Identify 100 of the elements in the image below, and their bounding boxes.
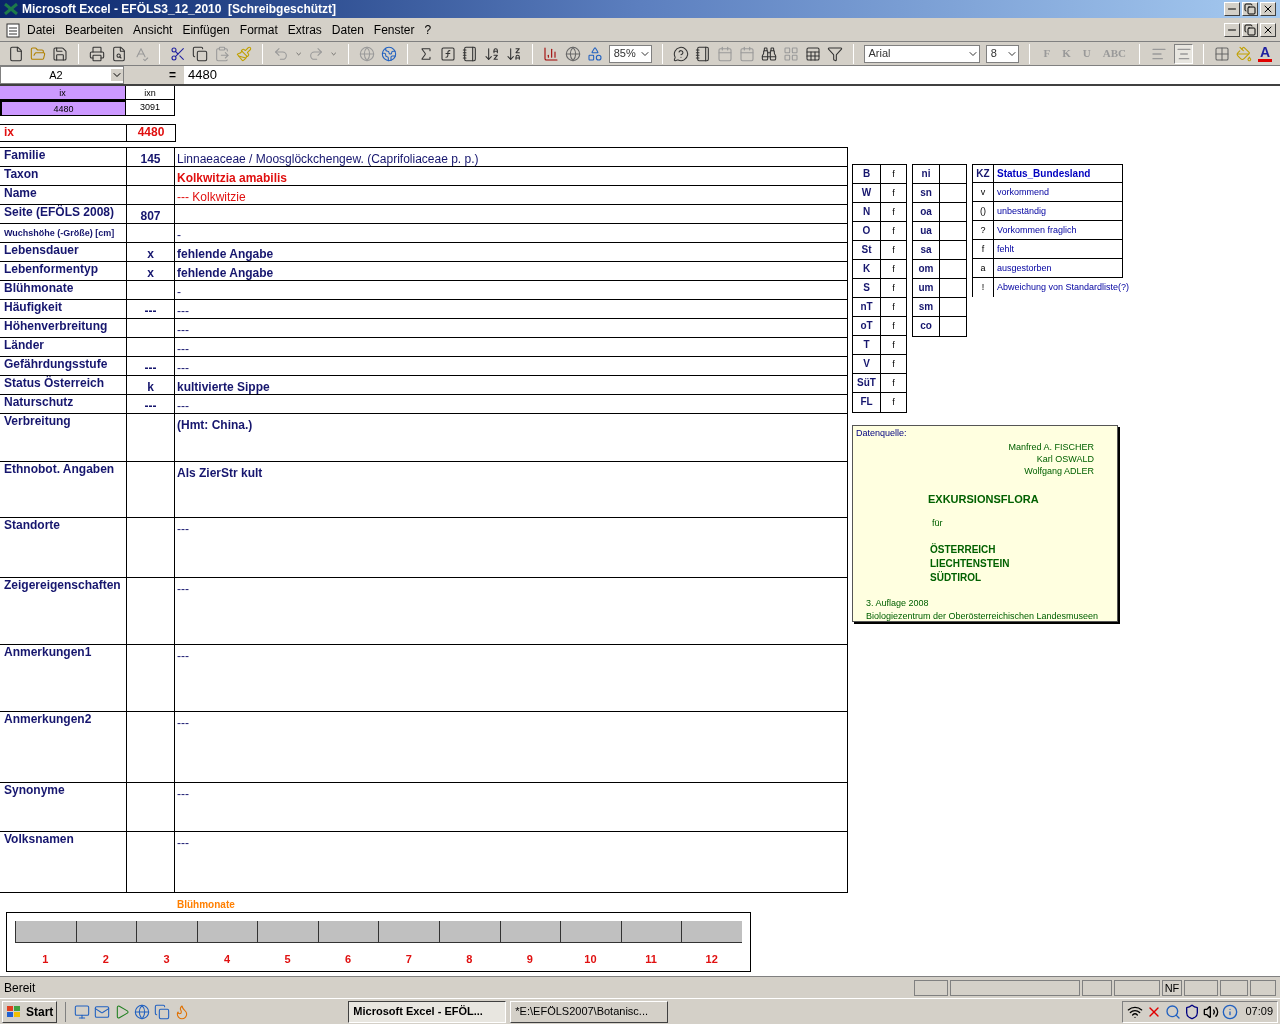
font-color-button[interactable]: A: [1257, 45, 1272, 62]
mail-icon[interactable]: [94, 1003, 111, 1020]
month-label: 12: [704, 952, 719, 967]
menu-item[interactable]: Ansicht: [128, 20, 178, 39]
altitude-code: ni: [913, 165, 940, 183]
author-name: Manfred A. FISCHER: [1008, 440, 1095, 453]
desktop-icon[interactable]: [74, 1003, 91, 1020]
taskbar-button[interactable]: Microsoft Excel - EFÖL...: [348, 1000, 507, 1023]
menu-item[interactable]: Fenster: [368, 20, 420, 39]
month-bar: [257, 921, 318, 943]
menu-item[interactable]: Einfügen: [177, 20, 235, 39]
notes-icon[interactable]: [694, 45, 711, 62]
legend-header: Status_Bundesland: [996, 167, 1091, 181]
sort-descending-icon[interactable]: [505, 45, 522, 62]
month-label: 7: [404, 952, 413, 967]
volume-icon[interactable]: [1203, 1003, 1220, 1020]
menu-item[interactable]: ?: [419, 20, 437, 39]
field-value: Als ZierStr kult: [177, 466, 263, 480]
status-panel: [914, 979, 948, 996]
restore-button[interactable]: [1242, 2, 1258, 16]
name-box[interactable]: A2: [0, 66, 124, 84]
menu-item[interactable]: Extras: [282, 20, 327, 39]
menu-item[interactable]: Daten: [326, 20, 369, 39]
table-cell[interactable]: 4480: [0, 100, 126, 116]
minimize-button[interactable]: [1224, 2, 1240, 16]
scissors-icon[interactable]: [170, 45, 186, 62]
menu-item[interactable]: Datei: [22, 20, 60, 39]
save-icon[interactable]: [52, 45, 68, 62]
table-cell[interactable]: 3091: [126, 100, 175, 116]
legend-code: v: [973, 183, 994, 201]
shapes-icon[interactable]: [586, 45, 603, 62]
font-field[interactable]: Arial: [863, 44, 980, 63]
close-button[interactable]: [1260, 22, 1276, 37]
region-code: SüT: [853, 374, 881, 392]
field-label: Taxon: [3, 167, 40, 183]
notebook-icon[interactable]: [461, 45, 478, 62]
align-center-button[interactable]: [1174, 43, 1193, 64]
media-player-icon[interactable]: [114, 1003, 131, 1020]
region-code: St: [853, 241, 881, 259]
month-bar: [196, 921, 258, 943]
fill-color-icon[interactable]: [1235, 45, 1252, 62]
formula-equals-sign: =: [169, 67, 176, 84]
info-icon[interactable]: [1222, 1003, 1239, 1020]
altitude-code: sn: [913, 184, 940, 202]
shield-icon[interactable]: [1184, 1003, 1201, 1020]
search-icon[interactable]: [1165, 1003, 1182, 1020]
font-size-field[interactable]: 8: [985, 44, 1020, 63]
filter-icon[interactable]: [826, 45, 843, 62]
field-label: Lebensdauer: [3, 243, 80, 259]
folder-icon[interactable]: [30, 45, 46, 62]
workbook-icon[interactable]: [4, 21, 22, 38]
chart-title: Blühmonate: [177, 898, 236, 912]
borders-icon[interactable]: [1213, 45, 1230, 62]
menu-item[interactable]: Format: [234, 20, 283, 39]
region-name: SÜDTIROL: [930, 570, 983, 585]
copy-icon[interactable]: [192, 45, 208, 62]
month-bar: [378, 921, 440, 943]
month-label: 9: [525, 952, 534, 967]
publisher-text: Biologiezentrum der Oberösterreichischen Landesmuseen: [866, 610, 1100, 623]
month-bar: [136, 921, 197, 943]
month-bar: [620, 921, 682, 943]
edition-text: 3. Auflage 2008: [866, 596, 930, 610]
code-cell: x: [126, 243, 175, 261]
binoculars-icon[interactable]: [760, 45, 777, 62]
field-value: ---: [177, 582, 189, 596]
caret-icon[interactable]: [111, 69, 123, 81]
help-icon[interactable]: [672, 45, 689, 62]
new-file-icon[interactable]: [8, 45, 24, 62]
status-panel: [1184, 979, 1218, 996]
start-button[interactable]: Start: [2, 1000, 58, 1023]
chart-icon[interactable]: [542, 45, 559, 62]
month-label: 8: [465, 952, 474, 967]
print-preview-icon[interactable]: [111, 45, 127, 62]
function-icon[interactable]: [439, 45, 456, 62]
region-code: V: [853, 355, 881, 373]
windows-logo-icon: [6, 1004, 22, 1019]
sort-ascending-icon[interactable]: [483, 45, 500, 62]
field-label: Gefährdungsstufe: [3, 357, 109, 373]
minimize-button[interactable]: [1224, 22, 1240, 37]
region-code: W: [853, 184, 881, 202]
legend-code: (): [973, 202, 994, 220]
field-label: Anmerkungen2: [3, 712, 93, 728]
region-value: f: [891, 187, 896, 200]
field-label: Status Österreich: [3, 376, 106, 392]
close-button[interactable]: [1260, 2, 1276, 16]
legend-label: ausgestorben: [996, 262, 1052, 275]
legend-code: a: [973, 259, 994, 277]
author-name: Karl OSWALD: [1036, 452, 1095, 465]
earth-icon[interactable]: [380, 45, 397, 62]
taskbar-button[interactable]: *E:\EFÖLS2007\Botanisc...: [510, 1000, 669, 1023]
zoom-field[interactable]: 85%: [608, 44, 652, 63]
legend-label: Abweichung von Standardliste(?): [996, 281, 1130, 294]
spellcheck-icon[interactable]: [133, 45, 149, 62]
browser-icon[interactable]: [134, 1003, 151, 1020]
region-value: f: [891, 225, 896, 238]
printer-icon[interactable]: [89, 45, 105, 62]
restore-button[interactable]: [1242, 22, 1258, 37]
menu-item[interactable]: Bearbeiten: [60, 20, 129, 39]
region-value: f: [891, 377, 896, 390]
formula-field[interactable]: 4480: [184, 65, 1280, 85]
